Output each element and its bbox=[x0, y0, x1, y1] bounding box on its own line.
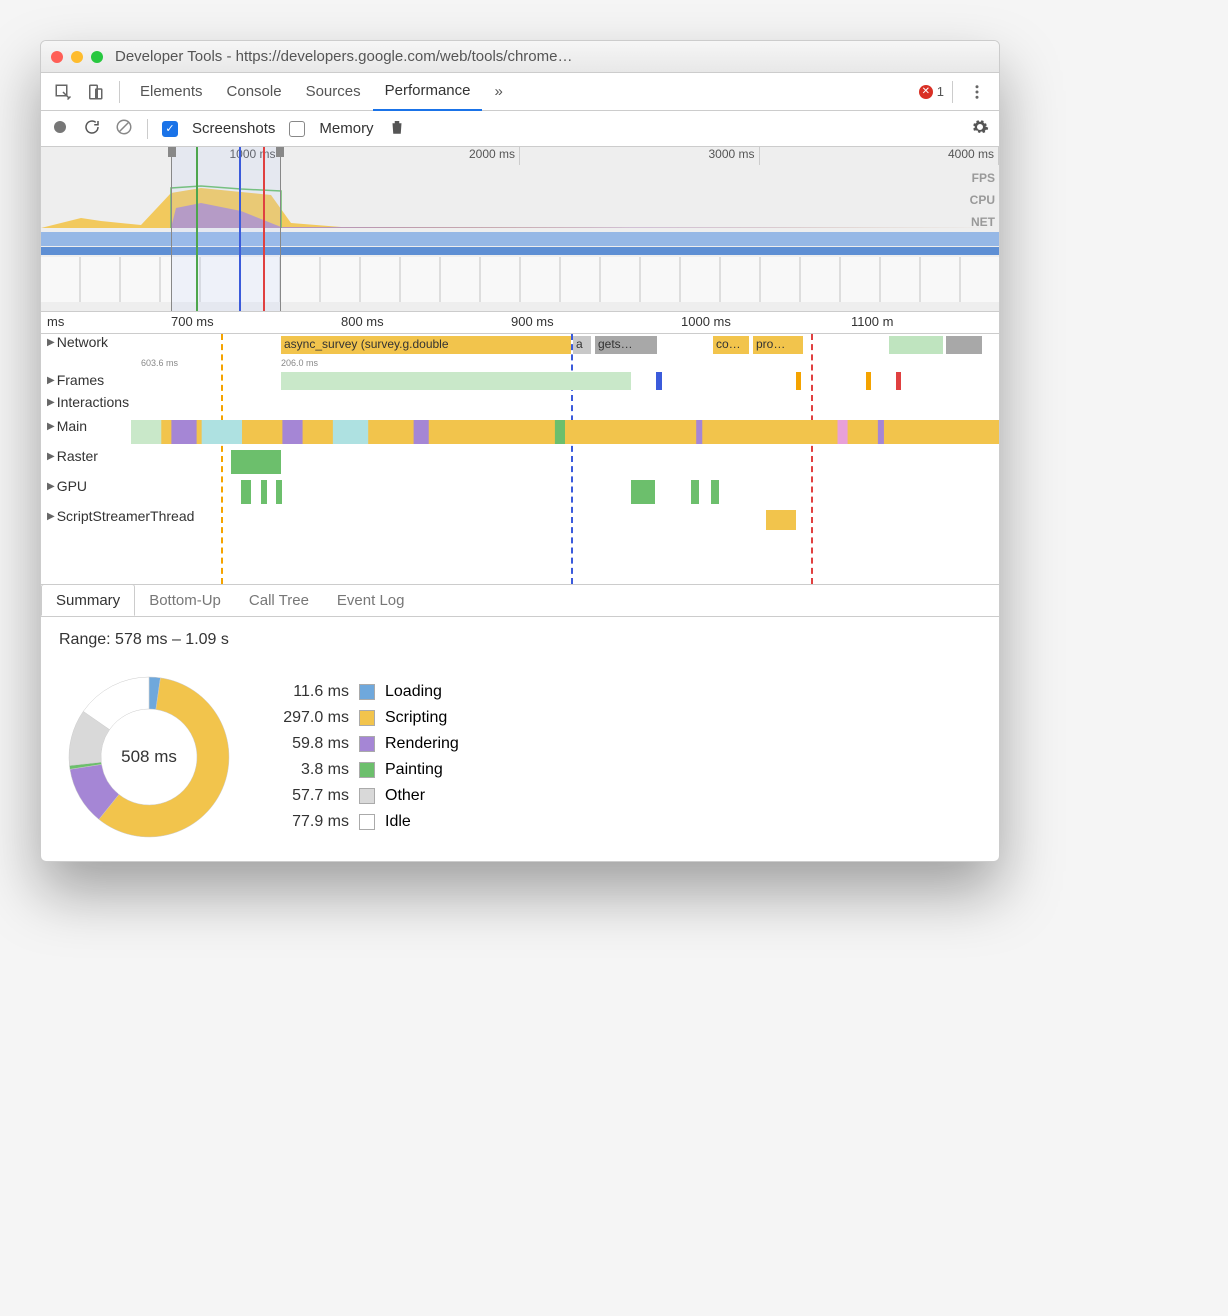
clear-button[interactable] bbox=[115, 118, 133, 140]
frame-time-2: 206.0 ms bbox=[281, 358, 318, 368]
details-pane: Summary Bottom-Up Call Tree Event Log Ra… bbox=[41, 584, 999, 861]
tab-console[interactable]: Console bbox=[215, 73, 294, 111]
track-scriptstreamer[interactable]: ▶ScriptStreamerThread bbox=[41, 508, 999, 538]
tab-elements[interactable]: Elements bbox=[128, 73, 215, 111]
marker-red bbox=[263, 147, 265, 311]
kebab-menu-icon[interactable] bbox=[965, 80, 989, 104]
dtab-bottomup[interactable]: Bottom-Up bbox=[135, 585, 235, 616]
zoom-icon[interactable] bbox=[91, 51, 103, 63]
track-raster[interactable]: ▶Raster bbox=[41, 448, 999, 478]
reload-button[interactable] bbox=[83, 118, 101, 140]
dtab-eventlog[interactable]: Event Log bbox=[323, 585, 419, 616]
titlebar: Developer Tools - https://developers.goo… bbox=[41, 41, 999, 73]
dtab-summary[interactable]: Summary bbox=[41, 584, 135, 616]
marker-blue bbox=[239, 147, 241, 311]
range-text: Range: 578 ms – 1.09 s bbox=[59, 631, 981, 649]
tab-performance[interactable]: Performance bbox=[373, 73, 483, 111]
track-network[interactable]: ▶Network async_survey (survey.g.doubleag… bbox=[41, 334, 999, 358]
error-number: 1 bbox=[937, 84, 944, 99]
network-bar[interactable]: co… bbox=[713, 336, 749, 354]
performance-toolbar: ✓ Screenshots Memory bbox=[41, 111, 999, 147]
legend-row: 3.8 msPainting bbox=[269, 761, 459, 779]
gear-icon[interactable] bbox=[971, 118, 989, 140]
track-frames[interactable]: ▶Frames 603.6 ms 206.0 ms bbox=[41, 358, 999, 394]
network-bar[interactable]: gets… bbox=[595, 336, 657, 354]
screenshots-checkbox[interactable]: ✓ bbox=[162, 121, 178, 137]
legend-row: 11.6 msLoading bbox=[269, 683, 459, 701]
minimize-icon[interactable] bbox=[71, 51, 83, 63]
summary-legend: 11.6 msLoading 297.0 msScripting 59.8 msRe… bbox=[269, 683, 459, 831]
memory-label: Memory bbox=[319, 120, 373, 137]
record-button[interactable] bbox=[51, 118, 69, 140]
summary-donut: 508 ms bbox=[59, 667, 239, 847]
window-title: Developer Tools - https://developers.goo… bbox=[115, 48, 989, 65]
error-count[interactable]: ✕ 1 bbox=[919, 84, 944, 99]
error-icon: ✕ bbox=[919, 85, 933, 99]
details-tabs: Summary Bottom-Up Call Tree Event Log bbox=[41, 585, 999, 617]
timeline-ruler[interactable]: ms 700 ms 800 ms 900 ms 1000 ms 1100 m bbox=[41, 312, 999, 334]
network-bar[interactable] bbox=[946, 336, 982, 354]
devtools-window: Developer Tools - https://developers.goo… bbox=[40, 40, 1000, 862]
dtab-calltree[interactable]: Call Tree bbox=[235, 585, 323, 616]
traffic-lights bbox=[51, 51, 103, 63]
memory-checkbox[interactable] bbox=[289, 121, 305, 137]
legend-row: 297.0 msScripting bbox=[269, 709, 459, 727]
tab-sources[interactable]: Sources bbox=[294, 73, 373, 111]
marker-green bbox=[196, 147, 198, 311]
main-flame bbox=[131, 418, 999, 446]
flamechart-area[interactable]: ▶Network async_survey (survey.g.doubleag… bbox=[41, 334, 999, 584]
summary-body: Range: 578 ms – 1.09 s 508 ms 11.6 msLoa… bbox=[41, 617, 999, 861]
track-main[interactable]: ▶Main bbox=[41, 418, 999, 448]
donut-total: 508 ms bbox=[59, 667, 239, 847]
network-bar[interactable]: async_survey (survey.g.double bbox=[281, 336, 571, 354]
frame-bar bbox=[281, 372, 631, 390]
track-gpu[interactable]: ▶GPU bbox=[41, 478, 999, 508]
screenshots-label: Screenshots bbox=[192, 120, 275, 137]
network-bar[interactable] bbox=[889, 336, 943, 354]
overview-pane[interactable]: 1000 ms 2000 ms 3000 ms 4000 ms FPS CPU … bbox=[41, 147, 999, 312]
devtools-tabbar: Elements Console Sources Performance » ✕… bbox=[41, 73, 999, 111]
network-bar[interactable]: a bbox=[573, 336, 591, 354]
device-toggle-icon[interactable] bbox=[83, 80, 107, 104]
legend-row: 59.8 msRendering bbox=[269, 735, 459, 753]
frame-time-1: 603.6 ms bbox=[141, 358, 178, 368]
network-bar[interactable]: pro… bbox=[753, 336, 803, 354]
track-interactions[interactable]: ▶Interactions bbox=[41, 394, 999, 418]
more-tabs-icon[interactable]: » bbox=[482, 73, 514, 111]
trash-icon[interactable] bbox=[388, 118, 406, 140]
inspect-icon[interactable] bbox=[51, 80, 75, 104]
close-icon[interactable] bbox=[51, 51, 63, 63]
legend-row: 77.9 msIdle bbox=[269, 813, 459, 831]
legend-row: 57.7 msOther bbox=[269, 787, 459, 805]
